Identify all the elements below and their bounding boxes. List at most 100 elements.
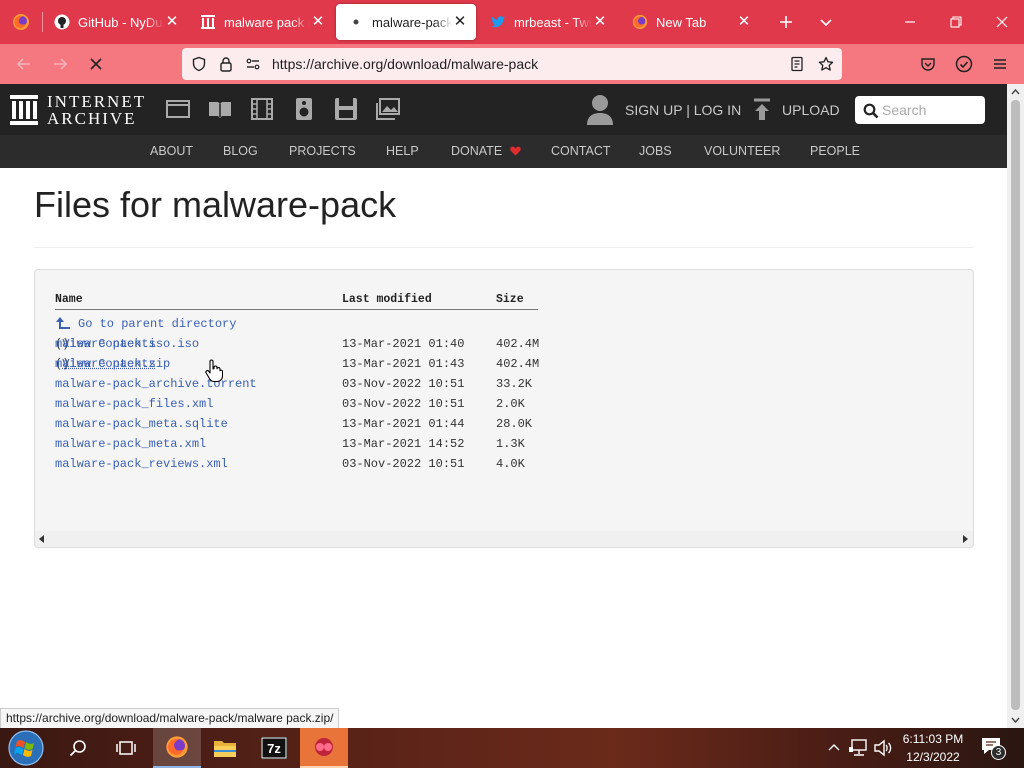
firefox-view-icon[interactable] [0, 0, 42, 44]
taskbar-7zip[interactable]: 7z [250, 728, 298, 768]
lock-icon[interactable] [215, 48, 237, 80]
windows-taskbar: 7z 6:11:03 PM 12/3/2022 3 [0, 728, 1024, 768]
permissions-icon[interactable] [242, 48, 264, 80]
close-tab-icon[interactable]: ✕ [452, 14, 468, 30]
ia-logo-text: INTERNET ARCHIVE [47, 93, 146, 127]
video-film-icon[interactable] [249, 97, 275, 121]
images-icon[interactable] [375, 97, 401, 121]
hamburger-menu-icon[interactable] [984, 48, 1016, 80]
audio-speaker-icon[interactable] [291, 97, 317, 121]
close-tab-icon[interactable]: ✕ [164, 14, 180, 30]
tab-title: mrbeast - Twitter [514, 14, 592, 30]
bookmark-star-icon[interactable] [815, 48, 837, 80]
reader-view-icon[interactable] [786, 48, 808, 80]
menu-projects[interactable]: PROJECTS [289, 135, 356, 168]
file-link[interactable]: malware-pack_meta.sqlite [55, 414, 228, 434]
scroll-down-icon[interactable] [1011, 716, 1020, 724]
software-floppy-icon[interactable] [333, 97, 359, 121]
scroll-right-icon[interactable] [961, 535, 969, 543]
taskbar-search-button[interactable] [54, 728, 102, 768]
scroll-thumb[interactable] [1011, 100, 1020, 710]
stop-loading-icon[interactable] [80, 48, 112, 80]
file-size: 28.0K [496, 417, 533, 431]
scroll-up-icon[interactable] [1011, 88, 1020, 96]
taskbar-file-explorer[interactable] [201, 728, 249, 768]
menu-volunteer[interactable]: VOLUNTEER [704, 135, 780, 168]
file-size: 2.0K [496, 397, 525, 411]
clock-time: 6:11:03 PM [902, 732, 964, 746]
tab-github[interactable]: GitHub - NyDubz ✕ [42, 0, 188, 44]
menu-donate[interactable]: DONATE [451, 135, 521, 168]
taskbar-firefox[interactable] [153, 728, 201, 768]
address-bar[interactable]: https://archive.org/download/malware-pac… [182, 48, 842, 80]
pocket-icon[interactable] [912, 48, 944, 80]
column-header-size[interactable]: Size [496, 293, 524, 306]
upload-arrow-icon[interactable] [752, 98, 772, 122]
network-icon[interactable] [849, 739, 869, 757]
file-link[interactable]: malware-pack_files.xml [55, 394, 213, 414]
menu-people[interactable]: PEOPLE [810, 135, 860, 168]
firefox-icon [166, 736, 188, 758]
volume-icon[interactable] [873, 739, 893, 757]
new-tab-plus-icon[interactable] [766, 0, 806, 44]
signup-login-link[interactable]: SIGN UP | LOG IN [625, 102, 741, 118]
header-divider [55, 309, 538, 310]
view-contents-link[interactable]: View Contents [62, 334, 156, 354]
scroll-left-icon[interactable] [38, 535, 46, 543]
extension-check-icon[interactable] [948, 48, 980, 80]
notification-count-badge: 3 [991, 745, 1006, 760]
menu-jobs[interactable]: JOBS [639, 135, 672, 168]
navigation-toolbar: https://archive.org/download/malware-pac… [0, 44, 1024, 84]
list-all-tabs-chevron-icon[interactable] [806, 0, 846, 44]
ia-logo[interactable]: INTERNET ARCHIVE [0, 84, 150, 135]
show-hidden-icons-chevron-icon[interactable] [828, 742, 840, 754]
vertical-scrollbar[interactable] [1007, 84, 1024, 728]
close-tab-icon[interactable]: ✕ [592, 14, 608, 30]
firefox-icon [632, 14, 648, 30]
forward-arrow-icon[interactable] [44, 48, 76, 80]
close-tab-icon[interactable]: ✕ [736, 14, 752, 30]
tab-malware-pack-download[interactable]: malware-pack d ✕ [336, 4, 476, 40]
clock[interactable]: 6:11:03 PM 12/3/2022 [898, 732, 968, 765]
file-modified: 13-Mar-2021 01:43 [342, 357, 465, 371]
file-link[interactable]: malware-pack_archive.torrent [55, 374, 257, 394]
file-link[interactable]: malware-pack_reviews.xml [55, 454, 228, 474]
file-name-cell: malware pack iso.iso (View Contents) [55, 334, 199, 354]
upload-link[interactable]: UPLOAD [782, 102, 840, 118]
tab-title: malware pack (c [224, 14, 310, 30]
back-arrow-icon[interactable] [8, 48, 40, 80]
horizontal-scrollbar[interactable] [35, 531, 973, 547]
url-text: https://archive.org/download/malware-pac… [272, 56, 539, 72]
page-title: Files for malware-pack [34, 184, 397, 225]
minimize-window-icon[interactable] [888, 0, 932, 44]
view-contents-link[interactable]: View Contents [62, 354, 156, 374]
tracking-shield-icon[interactable] [188, 48, 210, 80]
menu-about[interactable]: ABOUT [150, 135, 193, 168]
taskbar-app-red[interactable] [300, 728, 348, 768]
search-input[interactable]: Search [855, 96, 985, 124]
tab-bar: GitHub - NyDubz ✕ malware pack (c ✕ malw… [0, 0, 1024, 44]
web-icon[interactable] [165, 97, 191, 121]
file-modified: 13-Mar-2021 01:44 [342, 417, 465, 431]
file-link[interactable]: malware-pack_meta.xml [55, 434, 206, 454]
task-view-button[interactable] [102, 728, 150, 768]
start-button[interactable] [2, 728, 50, 768]
column-header-modified[interactable]: Last modified [342, 293, 432, 306]
close-tab-icon[interactable]: ✕ [310, 14, 326, 30]
tab-twitter[interactable]: mrbeast - Twitter ✕ [478, 0, 616, 44]
menu-help[interactable]: HELP [386, 135, 419, 168]
parent-directory-link[interactable]: Go to parent directory [78, 314, 236, 334]
file-name-cell: malware pack.zip (View Contents) [55, 354, 170, 374]
close-window-icon[interactable] [980, 0, 1024, 44]
restore-window-icon[interactable] [934, 0, 978, 44]
tab-malware-pack-details[interactable]: malware pack (c ✕ [188, 0, 334, 44]
menu-blog[interactable]: BLOG [223, 135, 258, 168]
search-icon [863, 103, 879, 119]
column-header-name[interactable]: Name [55, 293, 83, 306]
tab-new-tab[interactable]: New Tab ✕ [620, 0, 760, 44]
menu-contact[interactable]: CONTACT [551, 135, 611, 168]
action-center-button[interactable]: 3 [980, 736, 1010, 762]
texts-book-icon[interactable] [207, 97, 233, 121]
user-avatar-icon[interactable] [586, 94, 614, 126]
up-arrow-icon[interactable] [55, 316, 71, 330]
